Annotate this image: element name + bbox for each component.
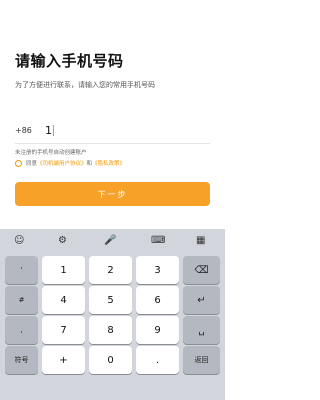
key-6[interactable]: 6 <box>136 286 179 314</box>
microphone-icon[interactable]: 🎤 <box>104 236 116 246</box>
phone-screen: 请输入手机号码 为了方便进行联系，请输入您的常用手机号码 +86 1 未注册的手… <box>0 0 225 400</box>
numeric-keyboard: ☺ ⚙ 🎤 ⌨ ▦ ' # , 1 2 3 4 5 6 7 8 9 ⌫ ↵ ␣ <box>0 229 225 400</box>
enter-key[interactable]: ↵ <box>183 286 220 314</box>
page-title: 请输入手机号码 <box>15 52 124 70</box>
privacy-policy-link[interactable]: 《隐私政策》 <box>92 159 125 167</box>
text-cursor <box>53 124 54 136</box>
agreement-row: 同意 《司机端用户协议》 和 《隐私政策》 <box>15 159 125 167</box>
key-0[interactable]: 0 <box>89 346 132 374</box>
home-indicator-area <box>0 390 225 400</box>
key-2[interactable]: 2 <box>89 256 132 284</box>
phone-input[interactable]: 1 <box>45 124 54 137</box>
space-key[interactable]: ␣ <box>183 316 220 344</box>
next-button[interactable]: 下一步 <box>15 182 210 206</box>
backspace-icon: ⌫ <box>194 264 209 276</box>
input-underline <box>15 143 210 144</box>
enter-icon: ↵ <box>197 294 206 306</box>
page-subtitle: 为了方便进行联系，请输入您的常用手机号码 <box>15 81 155 89</box>
grid-menu-icon[interactable]: ▦ <box>196 236 205 246</box>
key-1[interactable]: 1 <box>42 256 85 284</box>
auto-register-note: 未注册的手机号自动创建账户 <box>15 150 87 156</box>
agree-prefix: 同意 <box>26 161 38 167</box>
key-dot[interactable]: . <box>136 346 179 374</box>
symbol-key[interactable]: 符号 <box>5 346 38 374</box>
keyboard-switch-icon[interactable]: ⌨ <box>151 236 165 246</box>
user-agreement-link[interactable]: 《司机端用户协议》 <box>37 159 87 167</box>
key-8[interactable]: 8 <box>89 316 132 344</box>
key-3[interactable]: 3 <box>136 256 179 284</box>
key-comma[interactable]: , <box>5 316 38 344</box>
country-code[interactable]: +86 <box>15 126 45 135</box>
key-hash[interactable]: # <box>5 286 38 314</box>
agree-radio[interactable] <box>15 159 22 167</box>
key-apostrophe[interactable]: ' <box>5 256 38 284</box>
key-5[interactable]: 5 <box>89 286 132 314</box>
key-9[interactable]: 9 <box>136 316 179 344</box>
key-4[interactable]: 4 <box>42 286 85 314</box>
key-7[interactable]: 7 <box>42 316 85 344</box>
key-plus[interactable]: + <box>42 346 85 374</box>
emoji-icon[interactable]: ☺ <box>14 236 24 246</box>
keyboard-toolbar: ☺ ⚙ 🎤 ⌨ ▦ <box>0 229 225 254</box>
backspace-key[interactable]: ⌫ <box>183 256 220 284</box>
return-key[interactable]: 返回 <box>183 346 220 374</box>
settings-icon[interactable]: ⚙ <box>58 236 67 246</box>
phone-input-value: 1 <box>45 123 52 137</box>
space-icon: ␣ <box>198 324 205 336</box>
phone-input-row[interactable]: +86 1 <box>15 120 210 140</box>
